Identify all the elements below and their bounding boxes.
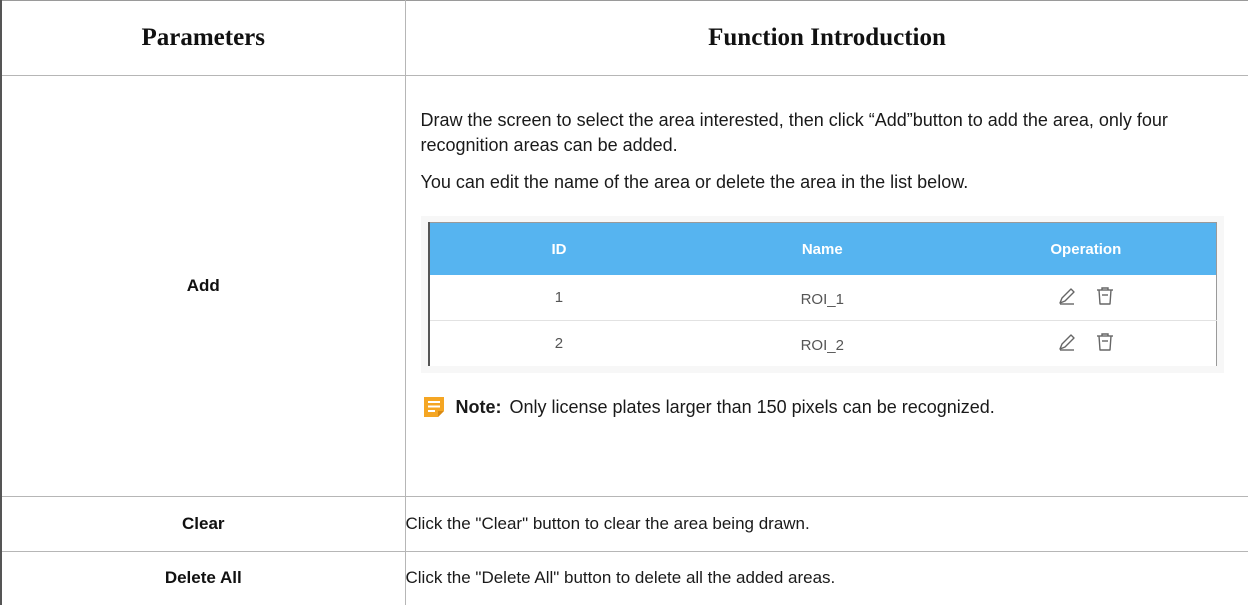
parameters-table: Parameters Function Introduction Add Dra… bbox=[0, 0, 1248, 605]
table-row-add: Add Draw the screen to select the area i… bbox=[0, 75, 1248, 497]
roi-table-header: ID Name Operation bbox=[427, 222, 1217, 275]
table-row-delete-all: Delete All Click the "Delete All" button… bbox=[0, 551, 1248, 605]
note-text: Only license plates larger than 150 pixe… bbox=[509, 396, 995, 417]
roi-id: 1 bbox=[427, 275, 689, 321]
roi-operation bbox=[956, 320, 1217, 366]
delete-trash-icon[interactable] bbox=[1095, 332, 1115, 352]
roi-col-name: Name bbox=[688, 222, 957, 275]
add-description-paragraph-1: Draw the screen to select the area inter… bbox=[420, 110, 1168, 155]
param-delete-all: Delete All bbox=[0, 551, 406, 605]
header-function-introduction: Function Introduction bbox=[404, 0, 1248, 76]
roi-name: ROI_2 bbox=[800, 337, 844, 354]
header-parameters: Parameters bbox=[0, 0, 406, 76]
roi-operation bbox=[956, 275, 1217, 321]
roi-table-row: 2 ROI_2 bbox=[427, 320, 1217, 366]
roi-name: ROI_1 bbox=[688, 275, 957, 321]
param-clear: Clear bbox=[0, 496, 406, 552]
roi-col-operation: Operation bbox=[956, 222, 1217, 275]
table-header-row: Parameters Function Introduction bbox=[0, 0, 1248, 76]
roi-list-screenshot: ID Name Operation 1 ROI_1 2 ROI_2 bbox=[420, 216, 1224, 373]
edit-pencil-icon[interactable] bbox=[1057, 286, 1077, 306]
note: Note: Only license plates larger than 15… bbox=[421, 395, 1229, 419]
roi-list-table: ID Name Operation 1 ROI_1 2 ROI_2 bbox=[427, 222, 1217, 366]
param-add: Add bbox=[0, 75, 406, 497]
function-cell-add: Draw the screen to select the area inter… bbox=[404, 75, 1248, 497]
roi-table-row: 1 ROI_1 bbox=[427, 275, 1217, 321]
function-delete-all: Click the "Delete All" button to delete … bbox=[404, 551, 1248, 605]
add-description-paragraph-2: You can edit the name of the area or del… bbox=[420, 172, 969, 192]
note-icon bbox=[422, 395, 446, 419]
roi-col-id: ID bbox=[427, 222, 689, 275]
edit-pencil-icon[interactable] bbox=[1057, 332, 1077, 352]
delete-trash-icon[interactable] bbox=[1095, 286, 1115, 306]
roi-id: 2 bbox=[427, 320, 689, 366]
table-row-clear: Clear Click the "Clear" button to clear … bbox=[0, 496, 1248, 552]
note-label: Note: bbox=[455, 396, 502, 417]
function-clear: Click the "Clear" button to clear the ar… bbox=[404, 496, 1248, 552]
